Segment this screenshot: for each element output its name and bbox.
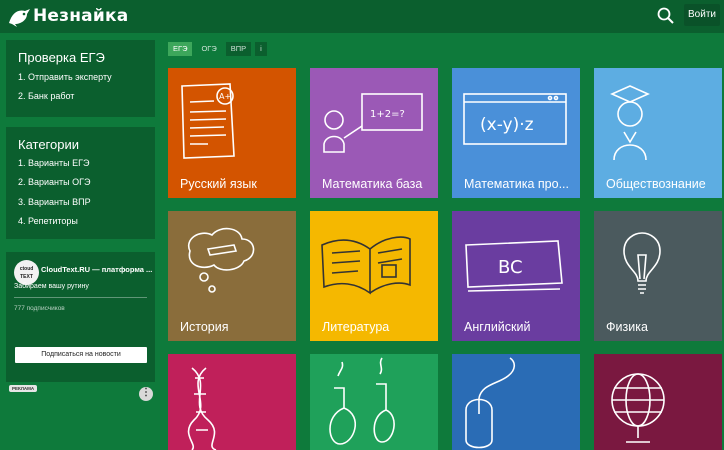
search-icon[interactable] [655, 6, 677, 26]
subject-label: Физика [606, 320, 648, 334]
subscriber-count: 777 подписчиков [14, 305, 65, 312]
subject-label: Математика база [322, 177, 423, 191]
open-book-icon [321, 236, 411, 295]
essay-icon: A+ [181, 83, 235, 159]
subject-label: Английский [464, 320, 531, 334]
abc-board-icon: BC [465, 240, 563, 292]
tab-ege[interactable]: ЕГЭ [168, 42, 193, 56]
lightbulb-icon [623, 232, 661, 294]
subject-label: Русский язык [180, 177, 257, 191]
ege-check-title: Проверка ЕГЭ [18, 50, 105, 65]
thought-cloud-icon [187, 227, 255, 293]
subject-tile-history[interactable]: История [168, 211, 296, 341]
svg-text:1+2=?: 1+2=? [370, 109, 405, 120]
channel-tagline: Забираем вашу рутину [14, 283, 89, 290]
globe-icon [611, 373, 665, 443]
svg-text:A+: A+ [219, 92, 231, 101]
mouse-icon [465, 357, 516, 449]
categories-title: Категории [18, 137, 79, 152]
svg-text:BC: BC [498, 257, 523, 278]
categories-panel: Категории 1. Варианты ЕГЭ 2. Варианты ОГ… [6, 127, 155, 239]
formula-window-icon: (x-y)·z [463, 93, 567, 145]
channel-avatar[interactable]: ctoud TEXT [14, 260, 39, 285]
tab-vpr[interactable]: ВПР [225, 42, 252, 56]
subject-tile-chemistry[interactable] [310, 354, 438, 450]
flasks-icon [329, 357, 395, 445]
categories-list: 1. Варианты ЕГЭ 2. Варианты ОГЭ 3. Вариа… [18, 154, 91, 231]
ege-variants-link[interactable]: 1. Варианты ЕГЭ [18, 154, 91, 173]
subject-tile-informatics[interactable] [452, 354, 580, 450]
subject-tile-geography[interactable] [594, 354, 722, 450]
ege-check-list: 1. Отправить эксперту 2. Банк работ [18, 68, 112, 107]
subject-label: Литература [322, 320, 390, 334]
subject-tile-literature[interactable]: Литература [310, 211, 438, 341]
subject-label: История [180, 320, 229, 334]
brand-name: Незнайка [33, 6, 129, 26]
more-options-icon[interactable]: ⋮ [139, 387, 153, 401]
works-bank-link[interactable]: 2. Банк работ [18, 87, 112, 106]
subject-tile-physics[interactable]: Физика [594, 211, 722, 341]
svg-text:(x-y)·z: (x-y)·z [480, 115, 534, 135]
channel-name[interactable]: CloudText.RU — платформа ... [41, 265, 152, 274]
login-button[interactable]: Войти [684, 4, 720, 26]
top-bar: Незнайка Войти [0, 0, 724, 33]
subject-tile-math-base[interactable]: 1+2=? Математика база [310, 68, 438, 198]
subject-label: Математика про... [464, 177, 570, 191]
tab-info[interactable]: i [255, 42, 267, 56]
subject-tile-social[interactable]: Обществознание [594, 68, 722, 198]
tab-oge[interactable]: ОГЭ [196, 42, 221, 56]
bird-logo-icon [9, 9, 30, 27]
subject-label: Обществознание [606, 177, 706, 191]
ad-divider [14, 297, 147, 298]
vpr-variants-link[interactable]: 3. Варианты ВПР [18, 193, 91, 212]
ad-tag: РЕКЛАМА [9, 385, 38, 392]
subject-tile-russian[interactable]: A+ Русский язык [168, 68, 296, 198]
dna-icon [187, 367, 217, 450]
graduate-icon [610, 85, 650, 161]
exam-tabs: ЕГЭ ОГЭ ВПР i [168, 42, 267, 56]
subject-tile-english[interactable]: BC Английский [452, 211, 580, 341]
ege-check-panel: Проверка ЕГЭ 1. Отправить эксперту 2. Ба… [6, 40, 155, 117]
tutors-link[interactable]: 4. Репетиторы [18, 212, 91, 231]
logo[interactable]: Незнайка [6, 5, 128, 27]
subscribe-button[interactable]: Подписаться на новости [15, 347, 147, 363]
oge-variants-link[interactable]: 2. Варианты ОГЭ [18, 173, 91, 192]
subject-tile-biology[interactable] [168, 354, 296, 450]
teacher-board-icon: 1+2=? [323, 93, 423, 153]
send-to-expert-link[interactable]: 1. Отправить эксперту [18, 68, 112, 87]
subject-tile-math-profile[interactable]: (x-y)·z Математика про... [452, 68, 580, 198]
ad-block: ctoud TEXT CloudText.RU — платформа ... … [6, 252, 155, 382]
